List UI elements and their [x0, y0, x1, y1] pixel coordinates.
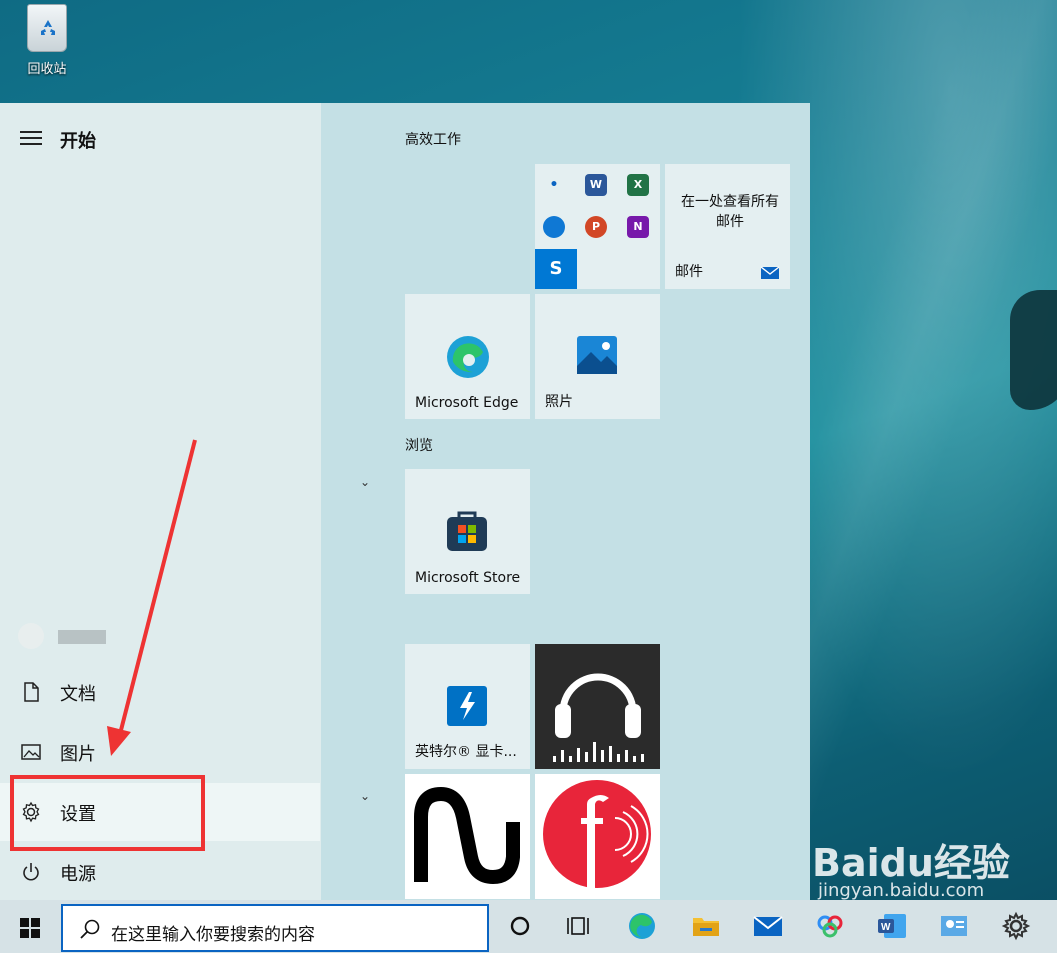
onenote-icon: N	[627, 216, 649, 238]
excel-icon: X	[627, 174, 649, 196]
avatar	[18, 623, 44, 649]
task-view-icon[interactable]	[564, 910, 596, 942]
photos-icon	[577, 336, 617, 374]
annotation-highlight-box	[10, 775, 205, 851]
n-wave-logo-icon	[414, 786, 520, 885]
tile-audio-app[interactable]	[535, 644, 660, 769]
svg-text:W: W	[881, 922, 891, 933]
headphones-icon	[553, 673, 644, 762]
store-icon	[447, 511, 487, 551]
powerpoint-icon: P	[585, 216, 607, 238]
skype-icon: S	[535, 249, 577, 289]
search-placeholder: 在这里输入你要搜索的内容	[111, 925, 315, 945]
group-title-productivity: 高效工作	[405, 132, 461, 148]
outlook-icon: •	[549, 177, 559, 193]
mail-icon	[760, 266, 780, 279]
windows-start-icon[interactable]	[20, 918, 40, 938]
power-icon	[23, 863, 39, 881]
baidu-netdisk-icon[interactable]	[814, 910, 846, 942]
file-explorer-icon[interactable]	[690, 910, 722, 942]
tile-label: 照片	[545, 394, 573, 410]
hamburger-menu-icon[interactable]	[20, 131, 42, 145]
tile-n-app[interactable]	[405, 774, 530, 899]
nav-item-label: 文档	[60, 684, 96, 705]
tile-label: Microsoft Edge	[415, 395, 519, 411]
edge-icon[interactable]	[626, 910, 658, 942]
tile-photos[interactable]: 照片	[535, 294, 660, 419]
recycle-bin-label: 回收站	[27, 62, 67, 77]
edge-icon	[447, 336, 489, 378]
taskbar-search-box[interactable]: 在这里输入你要搜索的内容	[61, 904, 489, 952]
watermark-brand: Baidu经验	[812, 841, 1010, 885]
tile-office-apps[interactable]: • W X P N S	[535, 164, 660, 289]
chevron-down-icon[interactable]: ⌄	[360, 789, 370, 803]
chevron-down-icon[interactable]: ⌄	[360, 475, 370, 489]
document-icon	[24, 682, 39, 702]
start-title: 开始	[60, 131, 96, 152]
watermark-url: jingyan.baidu.com	[818, 880, 985, 901]
recycle-bin-icon	[27, 4, 67, 52]
tile-microsoft-edge[interactable]: Microsoft Edge	[405, 294, 530, 419]
tile-intel-graphics[interactable]: 英特尔® 显卡...	[405, 644, 530, 769]
user-account[interactable]	[18, 623, 118, 649]
onedrive-icon	[543, 216, 565, 238]
baidu-watermark: Baidu经验 jingyan.baidu.com	[812, 832, 1010, 901]
word-icon: W	[585, 174, 607, 196]
tile-label: Microsoft Store	[415, 570, 521, 586]
search-icon	[80, 919, 100, 939]
tile-label: 邮件	[675, 264, 703, 280]
gear-icon[interactable]	[1000, 910, 1032, 942]
tile-f-radio-app[interactable]	[535, 774, 660, 899]
tile-label: 英特尔® 显卡...	[415, 744, 517, 760]
mail-tile-text: 在一处查看所有邮件	[681, 194, 779, 230]
start-menu: 开始 文档 图片 设置 电源 高效工作 • W X P N S 在一处查看所有邮…	[0, 103, 810, 900]
wallpaper-swimmer	[1010, 290, 1057, 410]
annotation-arrow	[107, 439, 197, 756]
cortana-icon[interactable]	[504, 910, 536, 942]
mail-icon[interactable]	[752, 910, 784, 942]
tile-microsoft-store[interactable]: Microsoft Store	[405, 469, 530, 594]
radio-logo-icon	[543, 780, 651, 888]
taskbar: 在这里输入你要搜索的内容 W	[0, 900, 1057, 953]
pictures-icon	[21, 744, 41, 760]
nav-item-label: 电源	[60, 864, 96, 885]
intel-graphics-icon	[447, 686, 487, 726]
contact-card-icon[interactable]	[938, 910, 970, 942]
recycle-bin[interactable]: 回收站	[14, 4, 80, 77]
group-title-browse: 浏览	[405, 438, 433, 454]
nav-item-power[interactable]: 电源	[0, 843, 320, 901]
nav-item-label: 图片	[60, 744, 96, 765]
tile-mail[interactable]: 在一处查看所有邮件 邮件	[665, 164, 790, 289]
word-icon[interactable]: W	[876, 910, 908, 942]
user-name-blurred	[58, 630, 106, 644]
